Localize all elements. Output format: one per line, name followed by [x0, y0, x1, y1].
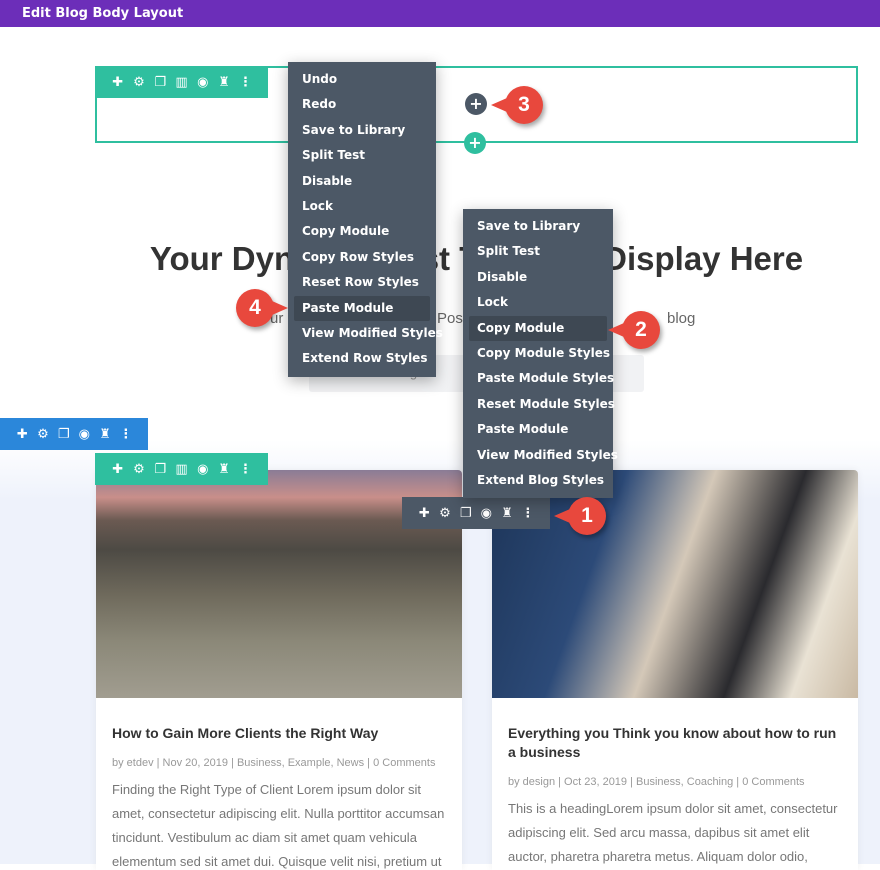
post-meta: by design | Oct 23, 2019 | Business, Coa…	[508, 776, 805, 788]
trash-icon[interactable]: ♜	[213, 462, 234, 477]
post-title[interactable]: How to Gain More Clients the Right Way	[112, 724, 446, 743]
more-icon[interactable]: ⋮	[115, 427, 136, 442]
step-badge: 1	[554, 497, 606, 535]
menu-item-copy-module-styles[interactable]: Copy Module Styles	[469, 341, 610, 366]
move-icon[interactable]: ✚	[107, 462, 128, 477]
section-toolbar: ✚ ⚙ ❐ ◉ ♜ ⋮	[0, 418, 148, 450]
post-excerpt: Finding the Right Type of Client Lorem i…	[112, 782, 445, 869]
module-toolbar: ✚ ⚙ ❐ ◉ ♜ ⋮	[402, 497, 550, 529]
menu-item-view-modified-styles[interactable]: View Modified Styles	[294, 321, 443, 346]
post-excerpt: This is a headingLorem ipsum dolor sit a…	[508, 801, 838, 864]
add-row-button[interactable]: +	[464, 132, 486, 154]
step-badge: 4	[236, 289, 288, 327]
trash-icon[interactable]: ♜	[497, 506, 518, 521]
menu-item-redo[interactable]: Redo	[294, 92, 430, 117]
more-icon[interactable]: ⋮	[235, 75, 256, 90]
subtitle-fragment: blog	[667, 310, 696, 327]
duplicate-icon[interactable]: ❐	[53, 427, 74, 442]
post-title[interactable]: Everything you Think you know about how …	[508, 724, 842, 762]
gear-icon[interactable]: ⚙	[128, 462, 149, 477]
menu-item-copy-module[interactable]: Copy Module	[294, 219, 430, 244]
step-badge: 3	[491, 86, 543, 124]
duplicate-icon[interactable]: ❐	[150, 75, 171, 90]
move-icon[interactable]: ✚	[12, 427, 33, 442]
module-context-menu: Save to Library Split Test Disable Lock Copy…	[463, 209, 618, 499]
power-icon[interactable]: ◉	[192, 462, 213, 477]
menu-item-undo[interactable]: Undo	[294, 67, 430, 92]
menu-item-copy-row-styles[interactable]: Copy Row Styles	[294, 245, 430, 270]
power-icon[interactable]: ◉	[192, 75, 213, 90]
menu-item-split-test[interactable]: Split Test	[294, 143, 430, 168]
menu-item-extend-row-styles[interactable]: Extend Row Styles	[294, 346, 430, 371]
row-context-menu: Undo Redo Save to Library Split Test Disable…	[288, 62, 443, 377]
post-card[interactable]: Everything you Think you know about how …	[492, 470, 858, 870]
menu-item-reset-module-styles[interactable]: Reset Module Styles	[469, 392, 615, 417]
duplicate-icon[interactable]: ❐	[455, 506, 476, 521]
trash-icon[interactable]: ♜	[95, 427, 116, 442]
menu-item-paste-module-styles[interactable]: Paste Module Styles	[469, 366, 614, 391]
power-icon[interactable]: ◉	[476, 506, 497, 521]
menu-item-save-to-library[interactable]: Save to Library	[294, 118, 430, 143]
add-module-button[interactable]: +	[465, 93, 487, 115]
power-icon[interactable]: ◉	[74, 427, 95, 442]
builder-header: Edit Blog Body Layout	[0, 0, 880, 27]
menu-item-save-to-library[interactable]: Save to Library	[469, 214, 607, 239]
menu-item-lock[interactable]: Lock	[294, 194, 430, 219]
menu-item-reset-row-styles[interactable]: Reset Row Styles	[294, 270, 430, 295]
columns-icon[interactable]: ▥	[171, 462, 192, 477]
columns-icon[interactable]: ▥	[171, 75, 192, 90]
gear-icon[interactable]: ⚙	[33, 427, 54, 442]
menu-item-paste-module[interactable]: Paste Module	[469, 417, 607, 442]
more-icon[interactable]: ⋮	[235, 462, 256, 477]
move-icon[interactable]: ✚	[107, 75, 128, 90]
menu-item-view-modified-styles[interactable]: View Modified Styles	[469, 443, 618, 468]
menu-item-split-test[interactable]: Split Test	[469, 239, 607, 264]
duplicate-icon[interactable]: ❐	[150, 462, 171, 477]
step-badge: 2	[608, 311, 660, 349]
post-card[interactable]: How to Gain More Clients the Right Way b…	[96, 470, 462, 870]
page-title: Your Dynamic Post Title Will Display Her…	[149, 240, 804, 277]
trash-icon[interactable]: ♜	[213, 75, 234, 90]
menu-item-extend-blog-styles[interactable]: Extend Blog Styles	[469, 468, 607, 493]
more-icon[interactable]: ⋮	[517, 506, 538, 521]
row-toolbar: ✚ ⚙ ❐ ▥ ◉ ♜ ⋮	[95, 453, 268, 485]
gear-icon[interactable]: ⚙	[128, 75, 149, 90]
menu-item-copy-module[interactable]: Copy Module	[469, 315, 607, 341]
menu-item-paste-module[interactable]: Paste Module	[294, 295, 430, 321]
menu-item-disable[interactable]: Disable	[469, 265, 607, 290]
gear-icon[interactable]: ⚙	[435, 506, 456, 521]
move-icon[interactable]: ✚	[414, 506, 435, 521]
row-toolbar: ✚ ⚙ ❐ ▥ ◉ ♜ ⋮	[95, 66, 268, 98]
menu-item-disable[interactable]: Disable	[294, 169, 430, 194]
menu-item-lock[interactable]: Lock	[469, 290, 607, 315]
post-meta: by etdev | Nov 20, 2019 | Business, Exam…	[112, 757, 436, 769]
